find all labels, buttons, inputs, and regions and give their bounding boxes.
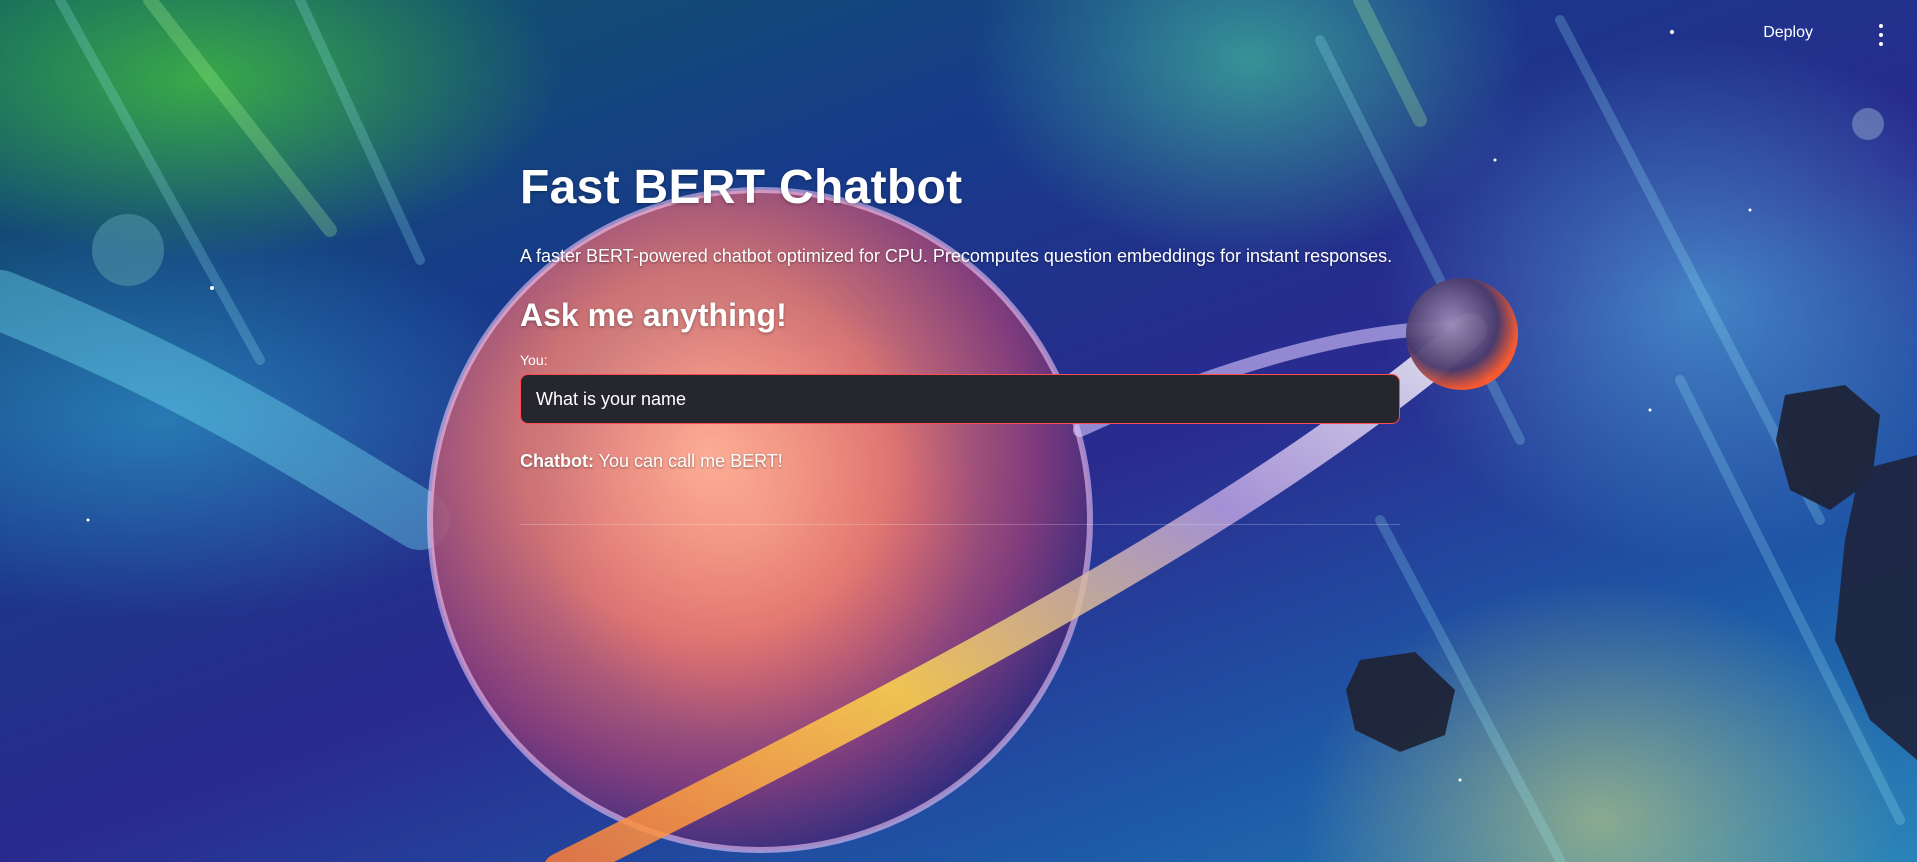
vertical-ellipsis-icon-dot	[1879, 42, 1883, 46]
chatbot-response-text: You can call me BERT!	[598, 451, 783, 471]
chat-input[interactable]	[520, 374, 1400, 424]
vertical-ellipsis-icon-dot	[1879, 33, 1883, 37]
page-title: Fast BERT Chatbot	[520, 161, 963, 214]
vertical-ellipsis-icon	[1879, 24, 1883, 28]
page-description: A faster BERT-powered chatbot optimized …	[520, 246, 1393, 266]
divider	[520, 524, 1400, 525]
app-root: Deploy Fast BERT Chatbot A faster BERT-p…	[0, 0, 1917, 862]
chat-input-label: You:	[520, 352, 548, 368]
main-content: Fast BERT Chatbot A faster BERT-powered …	[520, 160, 1400, 533]
chatbot-response: Chatbot: You can call me BERT!	[520, 448, 1400, 474]
deploy-button[interactable]: Deploy	[1763, 24, 1813, 42]
chatbot-response-label: Chatbot:	[520, 451, 594, 471]
ask-subheader: Ask me anything!	[520, 297, 787, 333]
header-bar: Deploy	[0, 0, 1917, 60]
main-menu-button[interactable]	[1875, 24, 1887, 46]
